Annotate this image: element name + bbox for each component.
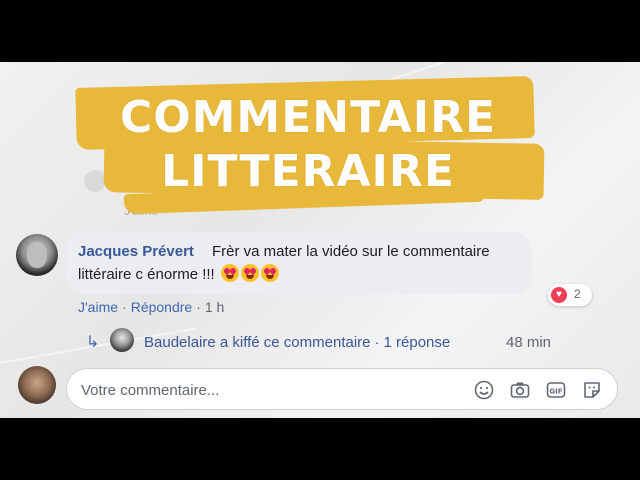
author-avatar[interactable]	[16, 234, 58, 276]
separator: ·	[122, 299, 127, 315]
banner-title-line1: COMMENTAIRE	[119, 92, 497, 143]
sticker-icon[interactable]	[581, 379, 603, 401]
heart-icon: ♥	[551, 287, 567, 303]
svg-text:GIF: GIF	[549, 388, 562, 396]
separator: ·	[374, 334, 380, 351]
letterbox-top	[0, 0, 640, 62]
reply-summary-text: Baudelaire a kiffé ce commentaire	[144, 334, 371, 351]
reaction-summary[interactable]: ♥ 2	[548, 284, 592, 306]
reply-summary-link[interactable]: Baudelaire a kiffé ce commentaire · 1 répo…	[144, 334, 450, 351]
comment-input[interactable]	[81, 379, 461, 401]
reaction-count: 2	[574, 287, 581, 301]
camera-icon[interactable]	[509, 379, 531, 401]
comment-time[interactable]: 1 h	[205, 299, 224, 315]
like-link[interactable]: J'aime	[78, 299, 118, 315]
comment-text-line1: Frèr va mater la vidéo sur le commentair…	[212, 243, 490, 260]
comment-text-line2-text: littéraire c énorme !!!	[78, 266, 215, 283]
comment-thread-area: J'aime COMMENTAIRE LITTERAIRE Jacques Pr…	[0, 62, 640, 418]
heart-eyes-emoji	[260, 264, 279, 282]
comment-author[interactable]: Jacques Prévert	[78, 243, 194, 260]
reply-avatar[interactable]	[110, 328, 134, 352]
heart-eyes-emoji	[220, 264, 239, 282]
reply-arrow-icon: ↳	[86, 334, 100, 351]
title-banner: COMMENTAIRE LITTERAIRE	[74, 70, 545, 220]
letterbox-bottom	[0, 418, 640, 480]
current-user-avatar	[18, 366, 56, 404]
gif-icon[interactable]: GIF	[545, 379, 567, 401]
reply-link[interactable]: Répondre	[131, 299, 193, 315]
comment-text-line2: littéraire c énorme !!!	[78, 264, 279, 283]
heart-eyes-emoji	[240, 264, 259, 282]
banner-title-line2: LITTERAIRE	[161, 146, 455, 197]
comment-actions: J'aime · Répondre · 1 h	[78, 299, 224, 315]
reply-count: 1 réponse	[383, 334, 451, 351]
emoji-icon[interactable]	[473, 379, 495, 401]
comment-bubble: Jacques Prévert Frèr va mater la vidéo s…	[66, 232, 532, 294]
reply-time: 48 min	[506, 334, 552, 351]
comment-composer: GIF	[66, 368, 618, 410]
separator: ·	[196, 299, 201, 315]
